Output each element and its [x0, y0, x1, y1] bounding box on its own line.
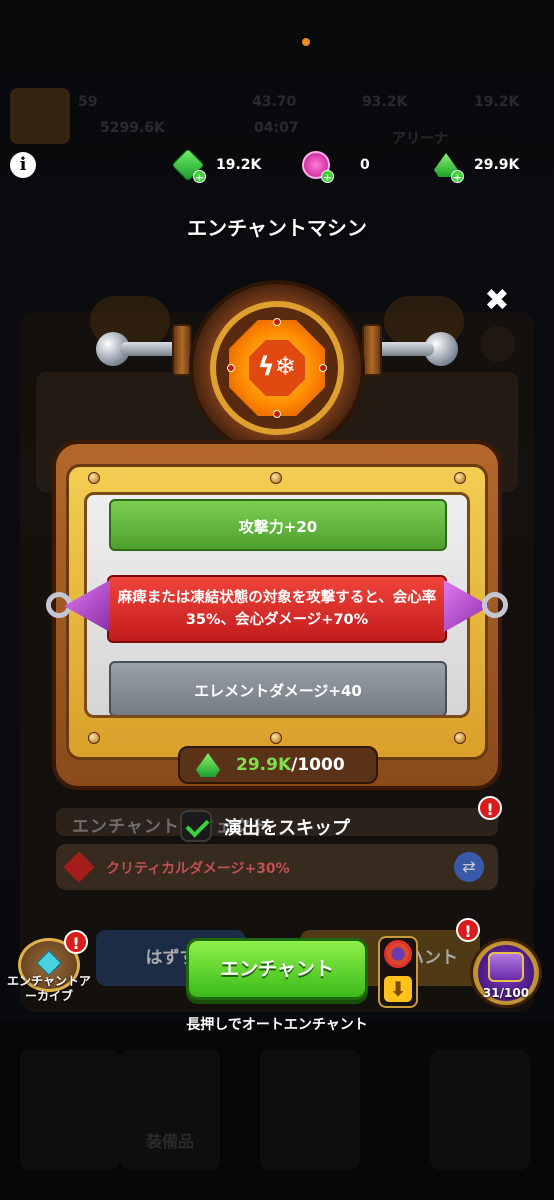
plus-icon: + — [193, 170, 206, 184]
machine-collar-right — [362, 324, 382, 376]
cost-owned: 29.9K — [236, 755, 292, 775]
enchant-option-selected: 麻痺または凍結状態の対象を攻撃すると、会心率35%、会心ダメージ+70% — [107, 575, 447, 643]
rivet — [454, 472, 466, 484]
enchant-option-bottom: エレメントダメージ+40 — [109, 661, 447, 715]
slot-window: 攻撃力+20 麻痺または凍結状態の対象を攻撃すると、会心率35%、会心ダメージ+… — [84, 492, 470, 718]
currency-value: 29.9K — [474, 157, 520, 173]
current-effect-text: クリティカルダメージ+30% — [106, 861, 290, 877]
swap-icon: ⇄ — [454, 852, 484, 882]
skip-animation-checkbox[interactable] — [180, 810, 212, 842]
emblem-gem-dot — [227, 364, 235, 372]
currency-green-shard[interactable]: + 29.9K — [432, 150, 520, 184]
machine-rod-right — [374, 342, 434, 356]
info-icon[interactable]: i — [10, 152, 36, 178]
plus-icon: + — [321, 170, 334, 184]
enchant-option-top: 攻撃力+20 — [109, 499, 447, 551]
status-indicator-dot — [302, 38, 310, 46]
rivet — [88, 732, 100, 744]
rivet — [270, 732, 282, 744]
currency-green-gem[interactable]: + 19.2K — [171, 148, 262, 184]
emblem-gem-dot — [273, 410, 281, 418]
green-shard-icon: + — [432, 151, 464, 184]
skip-animation-label[interactable]: 演出をスキップ — [224, 814, 350, 840]
alert-badge: ! — [456, 918, 480, 942]
page-title: エンチャントマシン — [187, 216, 367, 240]
rivet — [270, 472, 282, 484]
currency-value: 19.2K — [216, 157, 262, 173]
emblem-gem-dot — [273, 318, 281, 326]
enchant-machine: ϟ❄ — [0, 270, 554, 456]
lightning-snowflake-icon: ϟ❄ — [257, 352, 297, 382]
currency-value: 0 — [360, 157, 370, 173]
target-icon — [384, 940, 412, 968]
rivet — [454, 732, 466, 744]
selector-pointer-right-icon — [440, 574, 510, 638]
enchant-cost: 29.9K /1000 — [178, 746, 378, 784]
green-gem-icon: + — [171, 148, 206, 184]
hold-hint-text: 長押しでオートエンチャント — [186, 1017, 368, 1033]
pink-crystal-icon: + — [302, 151, 334, 184]
alert-badge: ! — [64, 930, 88, 954]
enchant-button[interactable]: エンチャント — [186, 938, 368, 1000]
rivet — [88, 472, 100, 484]
cost-required: /1000 — [291, 755, 345, 775]
chest-progress: 31/100 — [482, 986, 530, 1000]
plus-icon: + — [451, 170, 464, 184]
green-shard-icon — [194, 751, 222, 779]
alert-badge: ! — [478, 796, 502, 820]
emblem-gem-dot — [319, 364, 327, 372]
arrow-down-icon: ⬇ — [384, 976, 412, 1002]
selector-pointer-left-icon — [44, 574, 114, 638]
chest-icon — [488, 952, 524, 982]
enchant-archive-label[interactable]: エンチャントアーカイブ — [4, 974, 94, 1004]
machine-rod-left — [120, 342, 180, 356]
currency-pink-crystal[interactable]: + 0 — [302, 150, 370, 184]
